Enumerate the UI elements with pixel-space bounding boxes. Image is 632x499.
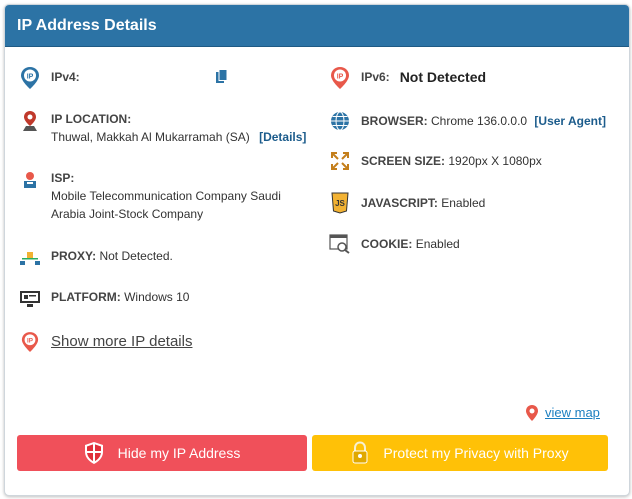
card-title: IP Address Details [5, 5, 629, 47]
svg-text:IP: IP [337, 74, 344, 81]
browser-row: BROWSER: Chrome 136.0.0.0 [User Agent] [329, 110, 606, 132]
proxy-row: PROXY: Not Detected. [19, 247, 173, 269]
cookie-label: COOKIE: [361, 237, 413, 251]
monitor-icon [19, 288, 41, 310]
copy-icon[interactable] [215, 69, 229, 90]
show-more-row: IP Show more IP details [19, 331, 192, 353]
isp-person-icon [19, 169, 41, 191]
screen-size-row: SCREEN SIZE: 1920px X 1080px [329, 150, 542, 172]
javascript-row: JS JAVASCRIPT: Enabled [329, 192, 485, 214]
platform-row: PLATFORM: Windows 10 [19, 288, 189, 310]
screen-size-label: SCREEN SIZE: [361, 154, 446, 168]
ipv4-label: IPv4: [51, 70, 80, 84]
browser-value: Chrome 136.0.0.0 [431, 114, 528, 128]
platform-value: Windows 10 [124, 290, 190, 304]
view-map-link[interactable]: view map [545, 404, 600, 422]
javascript-icon: JS [329, 192, 351, 214]
proxy-value: Not Detected. [99, 249, 173, 263]
isp-row: ISP: Mobile Telecommunication Company Sa… [19, 169, 281, 223]
lock-icon [351, 441, 369, 465]
cookie-browser-icon [329, 233, 351, 255]
proxy-label: PROXY: [51, 249, 97, 263]
protect-privacy-label: Protect my Privacy with Proxy [383, 445, 569, 461]
show-more-link[interactable]: Show more IP details [51, 331, 192, 353]
platform-label: PLATFORM: [51, 290, 121, 304]
ip-location-label: IP LOCATION: [51, 112, 132, 126]
hide-ip-label: Hide my IP Address [117, 445, 241, 461]
shield-icon [84, 441, 104, 465]
isp-label: ISP: [51, 171, 75, 185]
svg-text:IP: IP [27, 337, 33, 344]
location-pin-ip-icon: IP [19, 67, 41, 89]
ip-location-value: Thuwal, Makkah Al Mukarramah (SA) [51, 130, 250, 144]
protect-privacy-button[interactable]: Protect my Privacy with Proxy [312, 435, 608, 471]
isp-value-line2: Arabia Joint-Stock Company [51, 207, 204, 221]
globe-icon [329, 110, 351, 132]
svg-text:IP: IP [27, 74, 34, 81]
cookie-value: Enabled [415, 237, 460, 251]
svg-text:JS: JS [335, 199, 345, 208]
screen-size-value: 1920px X 1080px [448, 154, 542, 168]
cookie-row: COOKIE: Enabled [329, 233, 460, 255]
ipv6-label: IPv6: [361, 70, 390, 84]
javascript-value: Enabled [441, 196, 486, 210]
user-agent-link[interactable]: [User Agent] [534, 114, 606, 128]
ip-location-row: IP LOCATION: Thuwal, Makkah Al Mukarrama… [19, 110, 306, 146]
hide-ip-button[interactable]: Hide my IP Address [17, 435, 307, 471]
proxy-network-icon [19, 247, 41, 269]
ipv6-row: IP IPv6: Not Detected [329, 67, 486, 89]
location-person-icon [19, 110, 41, 132]
expand-arrows-icon [329, 150, 351, 172]
view-map-row: view map [525, 404, 600, 422]
ip-pin-icon: IP [329, 67, 351, 89]
location-details-link[interactable]: [Details] [259, 130, 306, 144]
map-pin-icon [525, 404, 539, 422]
ipv6-value: Not Detected [399, 69, 487, 85]
isp-value-line1: Mobile Telecommunication Company Saudi [51, 189, 281, 203]
javascript-label: JAVASCRIPT: [361, 196, 438, 210]
browser-label: BROWSER: [361, 114, 428, 128]
ip-details-card: IP Address Details IP IPv4: IP IPv6: Not… [4, 4, 630, 496]
ip-pin-icon: IP [19, 331, 41, 353]
ipv4-row: IP IPv4: [19, 67, 80, 89]
